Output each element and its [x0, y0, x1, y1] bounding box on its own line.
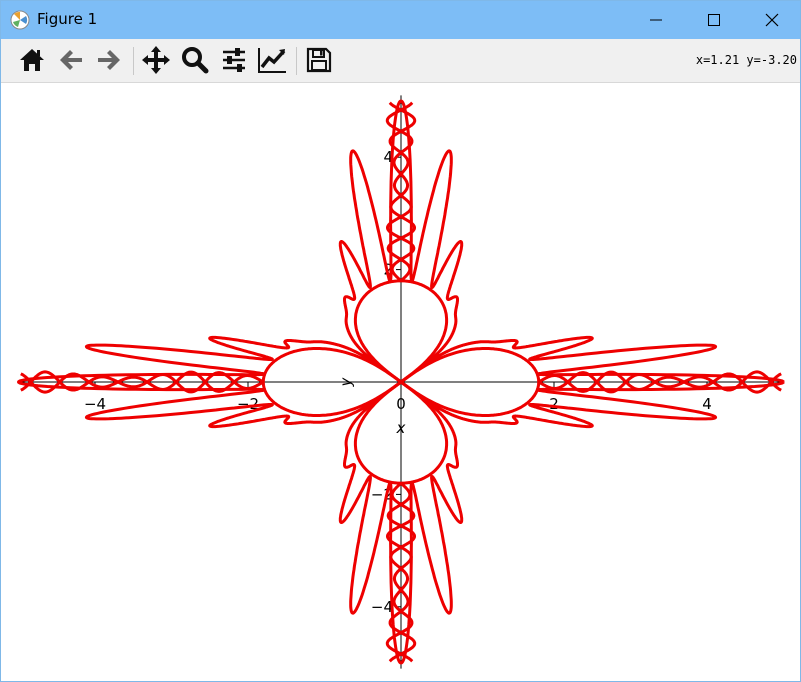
- title-bar: Figure 1: [1, 1, 800, 39]
- x-axis-label: x: [396, 419, 406, 437]
- navigation-toolbar: x=1.21 y=-3.20: [1, 39, 800, 83]
- magnifier-icon: [182, 47, 209, 74]
- close-button[interactable]: [743, 1, 801, 39]
- pan-button[interactable]: [139, 43, 173, 77]
- toolbar-separator: [133, 47, 134, 75]
- figure-window: Figure 1 x=1.21 y=-3.20 −4 −2 0 2 4 −4 −…: [0, 0, 801, 682]
- maximize-button[interactable]: [685, 1, 743, 39]
- forward-button[interactable]: [92, 43, 126, 77]
- toolbar-separator: [296, 47, 297, 75]
- home-icon: [20, 49, 44, 71]
- x-tick-label: 0: [396, 395, 406, 413]
- zoom-button[interactable]: [178, 43, 212, 77]
- move-icon: [142, 46, 170, 74]
- x-tick-label: −4: [84, 395, 106, 413]
- minimize-icon: [650, 19, 662, 21]
- floppy-icon: [306, 47, 332, 73]
- y-axis-label: y: [337, 376, 355, 387]
- close-icon: [765, 13, 779, 27]
- home-button[interactable]: [15, 43, 49, 77]
- x-tick-label: 4: [702, 395, 712, 413]
- minimize-button[interactable]: [627, 1, 685, 39]
- line-chart-icon: [258, 48, 286, 73]
- sliders-icon: [223, 48, 245, 72]
- back-button[interactable]: [54, 43, 88, 77]
- cursor-coordinates: x=1.21 y=-3.20: [695, 53, 797, 67]
- edit-axes-button[interactable]: [255, 43, 289, 77]
- app-icon: [10, 10, 30, 30]
- save-button[interactable]: [302, 43, 336, 77]
- window-title: Figure 1: [37, 10, 98, 28]
- y-tick-label: −4: [371, 598, 393, 616]
- maximize-icon: [708, 14, 720, 26]
- arrow-left-icon: [60, 50, 82, 70]
- configure-subplots-button[interactable]: [217, 43, 251, 77]
- arrow-right-icon: [98, 50, 120, 70]
- plot-area[interactable]: −4 −2 0 2 4−4−224xy: [2, 83, 801, 681]
